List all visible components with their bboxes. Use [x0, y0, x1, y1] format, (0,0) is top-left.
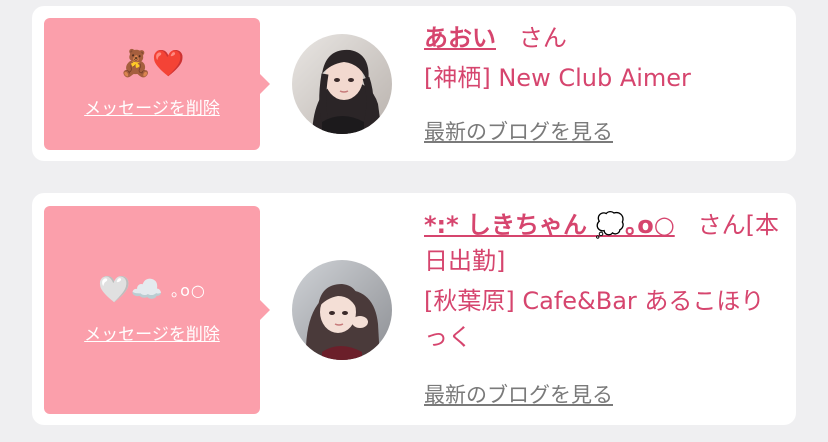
name-line: あおい さん [424, 20, 782, 56]
avatar[interactable] [292, 34, 392, 134]
message-emoji: 🧸❤️ [119, 49, 185, 79]
message-text: 🧸❤️ [120, 49, 185, 80]
avatar[interactable] [292, 260, 392, 360]
girl-info: *:* しきちゃん 💭｡o○ さん[本日出勤] [秋葉原] Cafe&Bar あ… [424, 207, 782, 355]
girl-photo-avatar [292, 34, 392, 134]
message-bubble: 🧸❤️ メッセージを削除 [44, 18, 270, 150]
shop-name: [神栖] New Club Aimer [424, 64, 691, 92]
delete-message-link[interactable]: メッセージを削除 [84, 320, 220, 345]
delete-message-link[interactable]: メッセージを削除 [84, 94, 220, 119]
message-text: 🤍☁️ ｡o○ [98, 275, 206, 306]
message-card: 🧸❤️ メッセージを削除 あおい さん [神栖] New Club Aimer … [32, 6, 796, 161]
latest-blog-link[interactable]: 最新のブログを見る [424, 379, 613, 409]
message-card: 🤍☁️ ｡o○ メッセージを削除 *:* しきちゃん 💭｡o○ さん[本日出勤]… [32, 193, 796, 425]
girl-info: あおい さん [神栖] New Club Aimer [424, 20, 782, 96]
girl-name-link[interactable]: *:* しきちゃん 💭｡o○ [424, 211, 675, 239]
latest-blog-link[interactable]: 最新のブログを見る [424, 116, 613, 146]
shop-name: [秋葉原] Cafe&Bar あるこほりっく [424, 287, 765, 351]
message-bubble: 🤍☁️ ｡o○ メッセージを削除 [44, 206, 270, 414]
girl-name-link[interactable]: あおい [424, 24, 496, 52]
message-emoji: 🤍☁️ [98, 275, 163, 305]
honorific: さん [518, 24, 567, 52]
message-suffix: ｡o○ [171, 281, 206, 300]
girl-photo-avatar [292, 260, 392, 360]
name-line: *:* しきちゃん 💭｡o○ さん[本日出勤] [424, 207, 782, 279]
